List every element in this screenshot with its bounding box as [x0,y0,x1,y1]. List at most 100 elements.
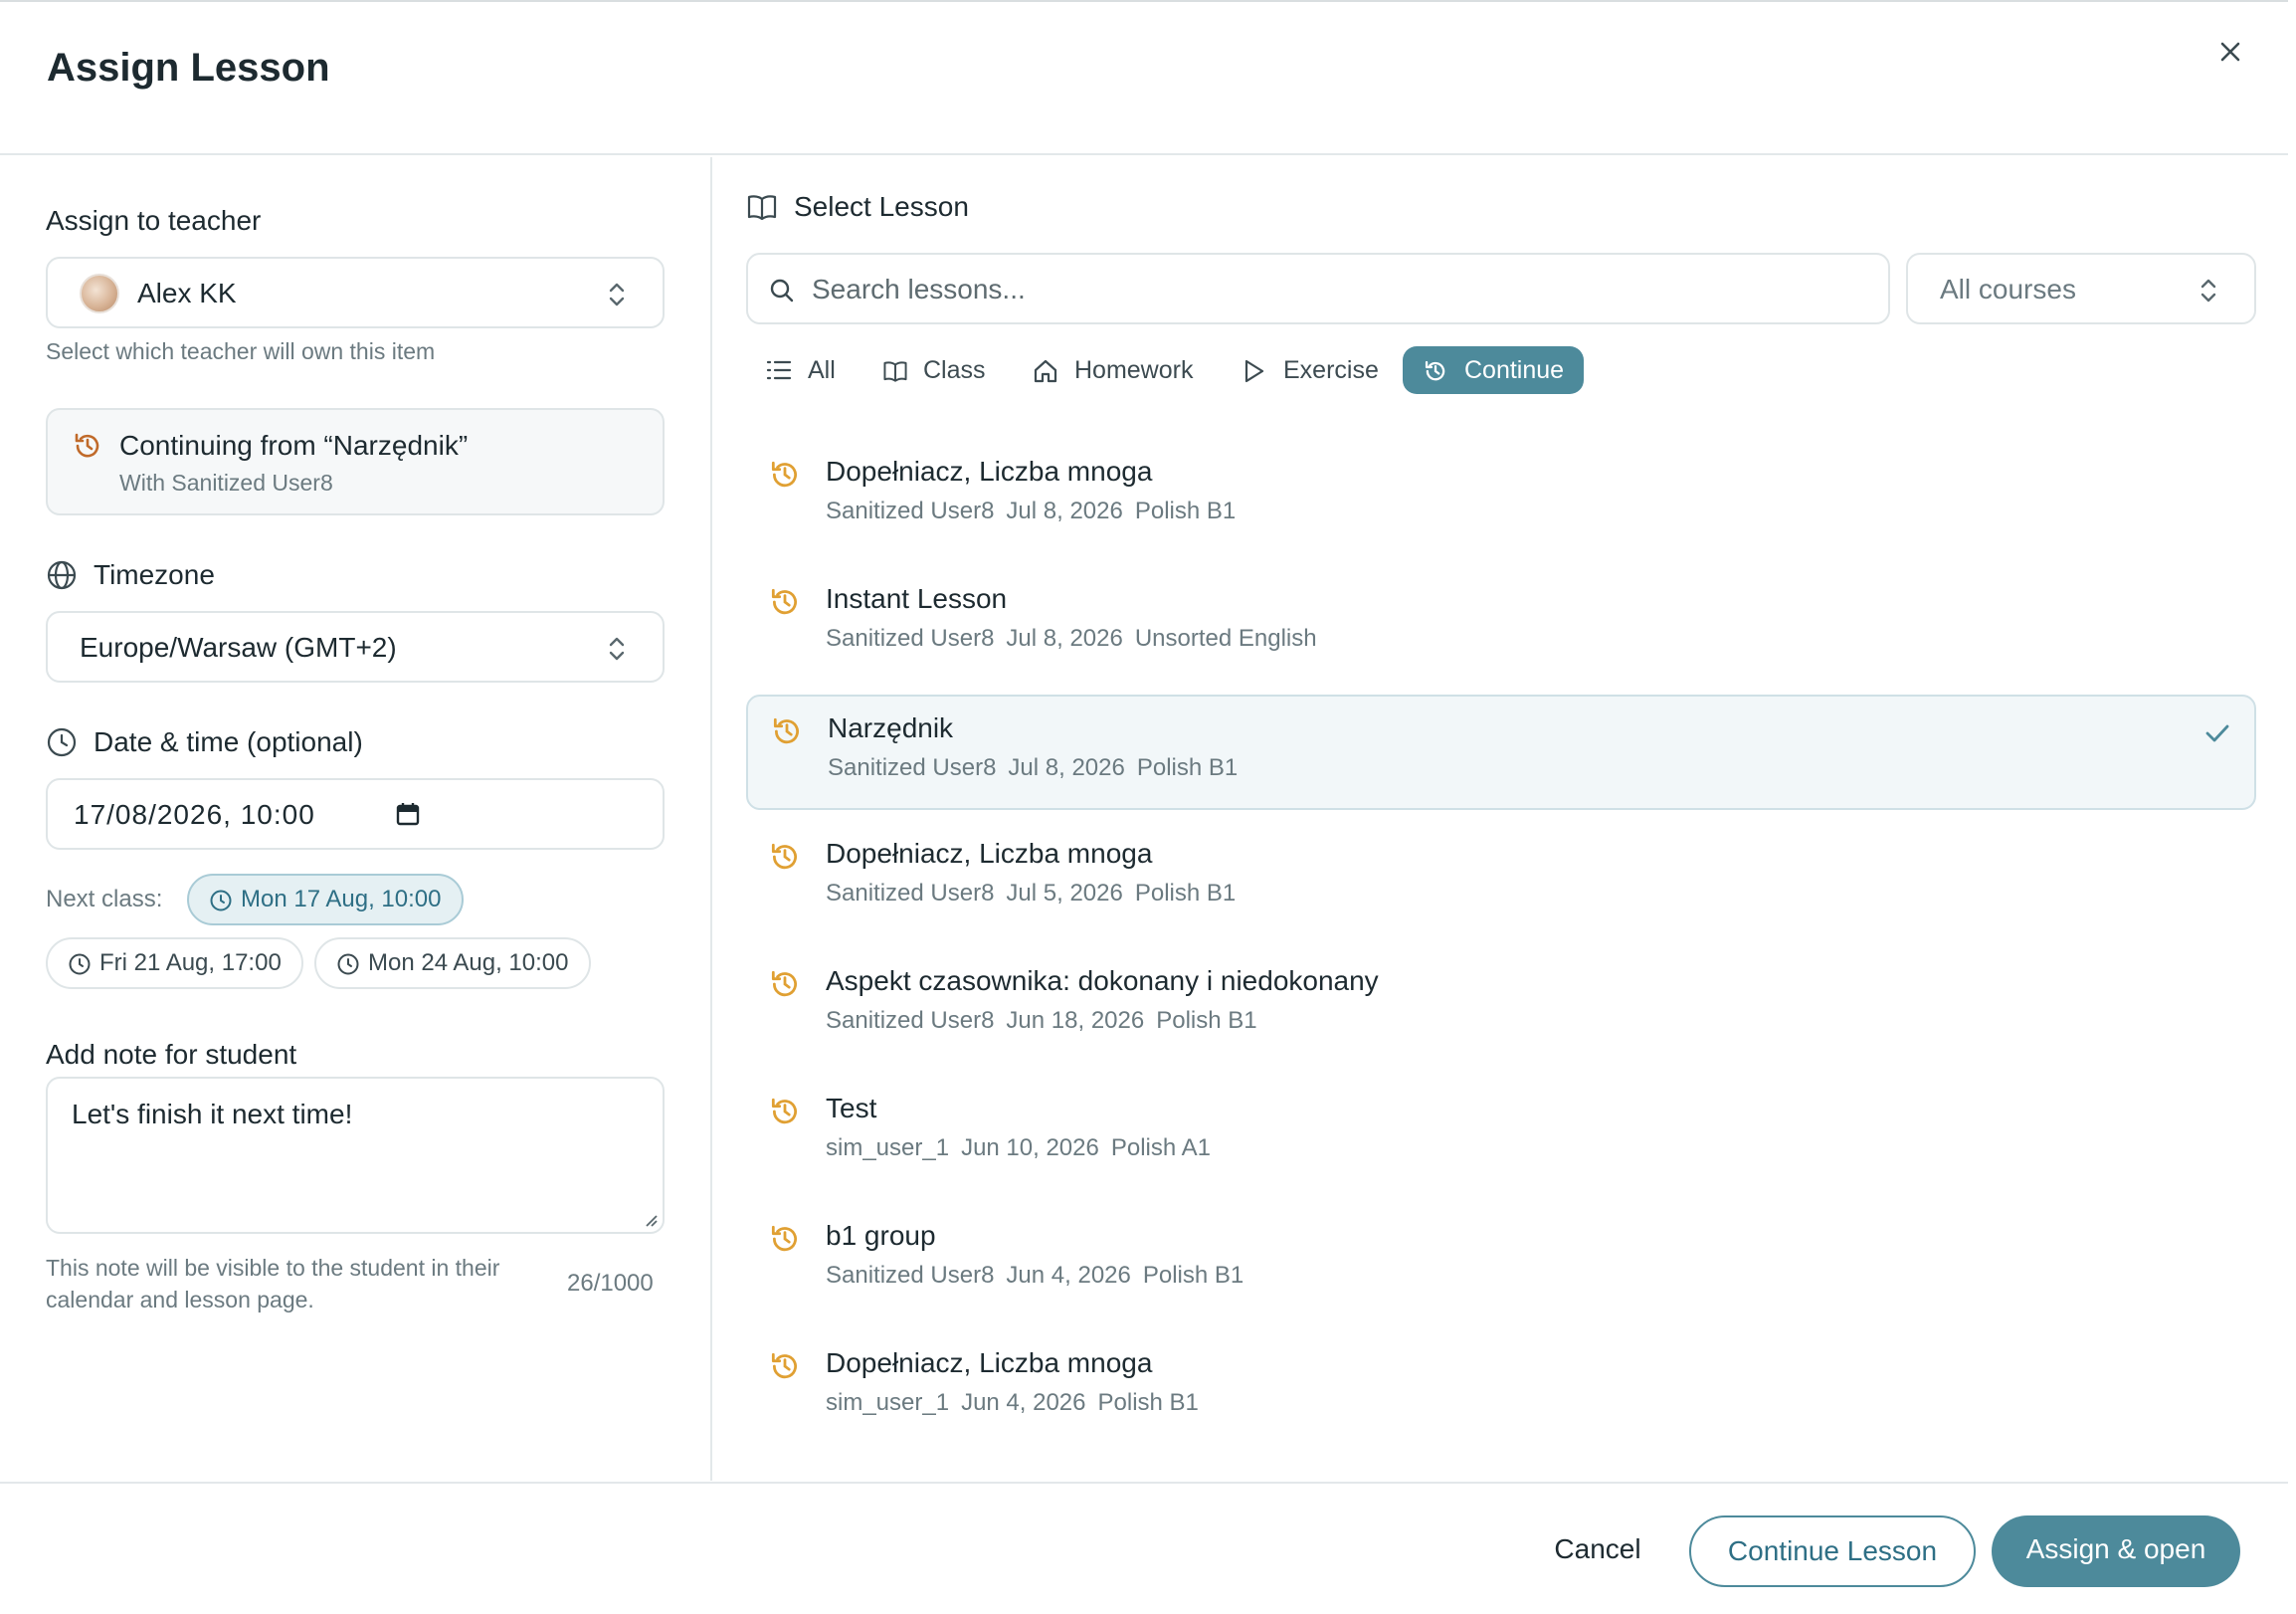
next-class-label: Next class: [46,886,163,912]
right-panel: Select Lesson Search lessons... All cour… [714,157,2288,1481]
lesson-course: Polish B1 [1136,754,1239,781]
lesson-course: Polish B1 [1142,1262,1244,1289]
chevron-updown-icon [2200,279,2216,303]
lesson-user: Sanitized User8 [826,1007,995,1034]
lesson-course: Unsorted English [1134,625,1317,652]
continuing-subtitle: With Sanitized User8 [119,470,333,496]
note-hint: This note will be visible to the student… [46,1255,500,1312]
timezone-label: Timezone [94,559,215,590]
cancel-button[interactable]: Cancel [1528,1515,1667,1587]
lesson-user: Sanitized User8 [826,625,995,652]
lesson-title: Dopełniacz, Liczba mnoga [826,1347,1153,1378]
chip-label: Fri 21 Aug, 17:00 [99,949,282,976]
lesson-item[interactable]: Dopełniacz, Liczba mnoga Sanitized User8 J… [746,822,2256,937]
next-class-chip[interactable]: Mon 17 Aug, 10:00 [187,874,464,925]
lesson-date: Jun 10, 2026 [961,1134,1099,1161]
play-icon [1244,359,1264,383]
check-icon [2205,724,2229,742]
history-icon [1425,360,1445,381]
datetime-label: Date & time (optional) [94,726,363,757]
course-select[interactable]: All courses [1906,253,2256,324]
timezone-select[interactable]: Europe/Warsaw (GMT+2) [46,611,665,683]
chevron-updown-icon [609,637,625,661]
history-icon [771,1098,797,1124]
note-counter: 26/1000 [567,1270,654,1297]
avatar [80,274,119,313]
left-panel: Assign to teacher Alex KK Select which t… [0,157,712,1481]
lesson-date: Jul 8, 2026 [1006,625,1123,652]
filter-tab-continue[interactable]: Continue [1403,346,1585,394]
lesson-title: Narzędnik [828,712,954,743]
lesson-meta: Sanitized User8 Jul 8, 2026 Polish B1 [828,754,1249,782]
lesson-course: Polish B1 [1156,1007,1257,1034]
book-open-icon [747,195,777,221]
chip-label: Mon 17 Aug, 10:00 [241,886,442,912]
lesson-title: Aspekt czasownika: dokonany i niedokonan… [826,965,1379,996]
continue-lesson-button[interactable]: Continue Lesson [1689,1515,1976,1587]
assign-open-button[interactable]: Assign & open [1992,1515,2240,1587]
note-textarea[interactable]: Let's finish it next time! [46,1077,665,1234]
history-icon [773,717,799,744]
globe-icon [47,560,77,590]
continuing-from-card: Continuing from “Narzędnik” With Sanitiz… [46,408,665,515]
lesson-meta: Sanitized User8 Jul 5, 2026 Polish B1 [826,880,1247,908]
filter-label: Exercise [1283,356,1379,384]
next-class-chip[interactable]: Mon 24 Aug, 10:00 [314,937,591,989]
filter-tab-homework[interactable]: Homework [1033,346,1193,394]
lesson-date: Jun 18, 2026 [1006,1007,1145,1034]
lesson-title: b1 group [826,1220,936,1251]
lesson-meta: sim_user_1 Jun 10, 2026 Polish A1 [826,1134,1223,1162]
history-icon [771,588,797,615]
search-input[interactable]: Search lessons... [746,253,1890,324]
filter-tab-class[interactable]: Class [881,346,986,394]
lesson-title: Dopełniacz, Liczba mnoga [826,838,1153,869]
lesson-course: Polish B1 [1134,498,1237,524]
clock-icon [69,953,91,975]
lesson-item[interactable]: Test sim_user_1 Jun 10, 2026 Polish A1 [746,1077,2256,1192]
lesson-title: Test [826,1093,877,1123]
datetime-value: 17/08/2026, 10:00 [74,799,315,830]
teacher-value: Alex KK [137,278,237,308]
clock-icon [47,727,77,757]
lesson-item[interactable]: Narzędnik Sanitized User8 Jul 8, 2026 Polis… [746,695,2256,810]
search-icon [770,279,794,303]
lesson-user: Sanitized User8 [826,1262,995,1289]
lesson-meta: Sanitized User8 Jul 8, 2026 Unsorted Engli… [826,625,1329,653]
note-value: Let's finish it next time! [72,1099,353,1129]
dialog-title: Assign Lesson [47,46,330,90]
lesson-item[interactable]: Aspekt czasownika: dokonany i niedokonan… [746,949,2256,1065]
teacher-label: Assign to teacher [46,205,262,236]
list-icon [766,360,792,380]
filter-label: Class [923,356,986,384]
book-open-icon [883,361,907,382]
lesson-date: Jun 4, 2026 [1006,1262,1131,1289]
filter-label: Homework [1074,356,1194,384]
filter-tab-all[interactable]: All [766,346,836,394]
filter-label: All [808,356,836,384]
lesson-item[interactable]: Dopełniacz, Liczba mnoga sim_user_1 Jun 4,… [746,1331,2256,1447]
lesson-item[interactable]: Dopełniacz, Liczba mnoga Sanitized User8 J… [746,440,2256,555]
history-icon [771,461,797,488]
datetime-input[interactable]: 17/08/2026, 10:00 [46,778,665,850]
lesson-meta: Sanitized User8 Jun 4, 2026 Polish B1 [826,1262,1255,1290]
chevron-updown-icon [609,283,625,306]
clock-icon [210,890,232,911]
lesson-date: Jul 8, 2026 [1008,754,1125,781]
lesson-date: Jul 8, 2026 [1006,498,1123,524]
teacher-select[interactable]: Alex KK [46,257,665,328]
lesson-item[interactable]: Instant Lesson Sanitized User8 Jul 8, 2026… [746,567,2256,683]
filter-tab-exercise[interactable]: Exercise [1242,346,1379,394]
close-icon[interactable] [2210,32,2250,72]
lesson-meta: Sanitized User8 Jul 8, 2026 Polish B1 [826,498,1247,525]
select-lesson-header: Select Lesson [794,191,969,222]
history-icon [771,843,797,870]
next-class-chip[interactable]: Fri 21 Aug, 17:00 [46,937,303,989]
lesson-course: Polish A1 [1110,1134,1211,1161]
resize-handle-icon[interactable] [643,1212,659,1228]
continuing-title: Continuing from “Narzędnik” [119,430,469,461]
lesson-course: Polish B1 [1134,880,1237,907]
note-label: Add note for student [46,1039,297,1070]
lesson-item[interactable]: b1 group Sanitized User8 Jun 4, 2026 Polish… [746,1204,2256,1319]
lesson-title: Dopełniacz, Liczba mnoga [826,456,1153,487]
calendar-icon[interactable] [394,800,422,828]
